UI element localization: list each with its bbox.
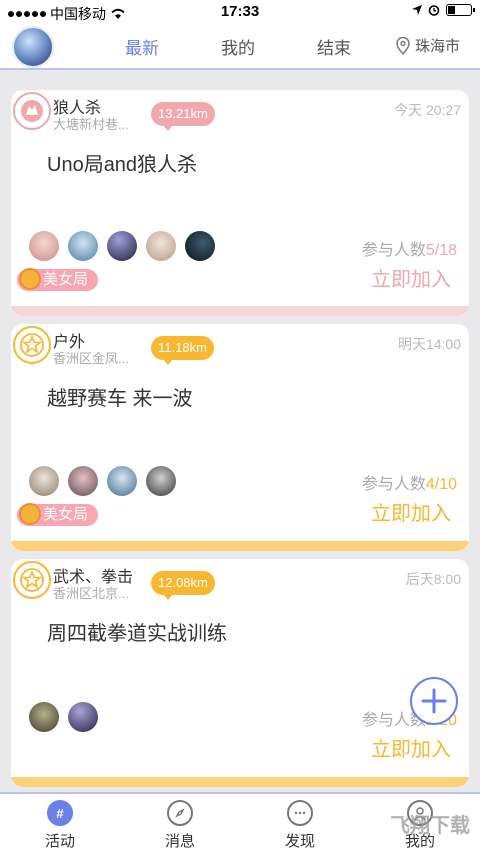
- distance-bubble: 13.21km: [151, 102, 215, 131]
- hashtag-icon: #: [47, 800, 73, 826]
- avatar[interactable]: [68, 231, 98, 261]
- activity-time: 今天 20:27: [394, 102, 461, 118]
- tab-ended[interactable]: 结束: [317, 34, 351, 59]
- watermark: 飞翔下载: [390, 815, 470, 837]
- nav-label: 消息: [164, 833, 195, 850]
- avatar[interactable]: [146, 231, 176, 261]
- clock: 17:33: [220, 3, 260, 20]
- status-bar: 中国移动 17:33: [0, 0, 480, 24]
- city-label: 珠海市: [414, 38, 460, 55]
- avatar[interactable]: [29, 231, 59, 261]
- count-value: 4/10: [425, 476, 457, 493]
- activity-title: 周四截拳道实战训练: [47, 623, 227, 645]
- avatar[interactable]: [107, 231, 137, 261]
- create-activity-button[interactable]: [410, 677, 458, 725]
- plus-icon: [421, 688, 447, 714]
- medal-icon: [19, 503, 41, 525]
- nav-label: 活动: [44, 833, 75, 850]
- werewolf-icon: [13, 92, 51, 130]
- avatar[interactable]: [185, 231, 215, 261]
- medal-icon: [19, 268, 41, 290]
- join-button[interactable]: 立即加入: [371, 497, 451, 526]
- activity-address: 香洲区金凤...: [53, 351, 129, 366]
- top-nav: 最新 我的 结束 珠海市: [0, 24, 480, 70]
- join-button[interactable]: 立即加入: [371, 263, 451, 292]
- activity-time: 后天8:00: [405, 571, 461, 587]
- beauty-badge: 美女局: [17, 503, 99, 526]
- tab-mine[interactable]: 我的: [221, 34, 255, 59]
- location-arrow-icon: [412, 5, 422, 15]
- activity-address: 大塘新村巷...: [53, 117, 129, 132]
- avatar[interactable]: [107, 466, 137, 496]
- chat-bubble-icon: [287, 800, 313, 826]
- activity-address: 香洲区北京...: [53, 586, 129, 601]
- participant-avatars: [29, 702, 98, 732]
- distance-bubble: 12.08km: [151, 571, 215, 600]
- bottom-nav: # 活动 消息 发现 我的 飞翔下载: [0, 792, 480, 853]
- join-button[interactable]: 立即加入: [371, 733, 451, 762]
- activity-title: Uno局and狼人杀: [47, 154, 198, 176]
- battery-icon: [446, 4, 475, 16]
- city-selector[interactable]: 珠海市: [395, 35, 460, 56]
- nav-discover[interactable]: 发现: [265, 800, 335, 851]
- activity-card[interactable]: 狼人杀 大塘新村巷... 13.21km 今天 20:27 Uno局and狼人杀…: [11, 90, 469, 316]
- count-value: 5/18: [425, 242, 457, 259]
- participant-avatars: [29, 231, 215, 261]
- nav-activity[interactable]: # 活动: [25, 800, 95, 851]
- avatar[interactable]: [29, 466, 59, 496]
- avatar[interactable]: [29, 702, 59, 732]
- activity-time: 明天14:00: [397, 336, 461, 352]
- alarm-icon: [428, 5, 440, 16]
- participant-count: 参与人数4/10: [361, 476, 457, 493]
- star-icon: [13, 561, 51, 599]
- activity-card[interactable]: 武术、拳击 香洲区北京... 12.08km 后天8:00 周四截拳道实战训练 …: [11, 559, 469, 787]
- tab-latest[interactable]: 最新: [125, 34, 159, 59]
- participant-count: 参与人数5/18: [361, 242, 457, 259]
- nav-messages[interactable]: 消息: [145, 800, 215, 851]
- nav-label: 发现: [284, 833, 315, 850]
- avatar[interactable]: [146, 466, 176, 496]
- compass-icon: [167, 800, 193, 826]
- activity-card[interactable]: 户外 香洲区金凤... 11.18km 明天14:00 越野赛车 来一波 参与人…: [11, 324, 469, 551]
- avatar[interactable]: [68, 702, 98, 732]
- participant-avatars: [29, 466, 176, 496]
- activity-title: 越野赛车 来一波: [47, 388, 193, 410]
- beauty-badge: 美女局: [17, 268, 99, 291]
- location-pin-icon: [396, 36, 410, 55]
- profile-avatar[interactable]: [12, 26, 54, 68]
- activity-feed: 狼人杀 大塘新村巷... 13.21km 今天 20:27 Uno局and狼人杀…: [0, 72, 480, 792]
- star-icon: [13, 326, 51, 364]
- distance-bubble: 11.18km: [151, 336, 214, 365]
- avatar[interactable]: [68, 466, 98, 496]
